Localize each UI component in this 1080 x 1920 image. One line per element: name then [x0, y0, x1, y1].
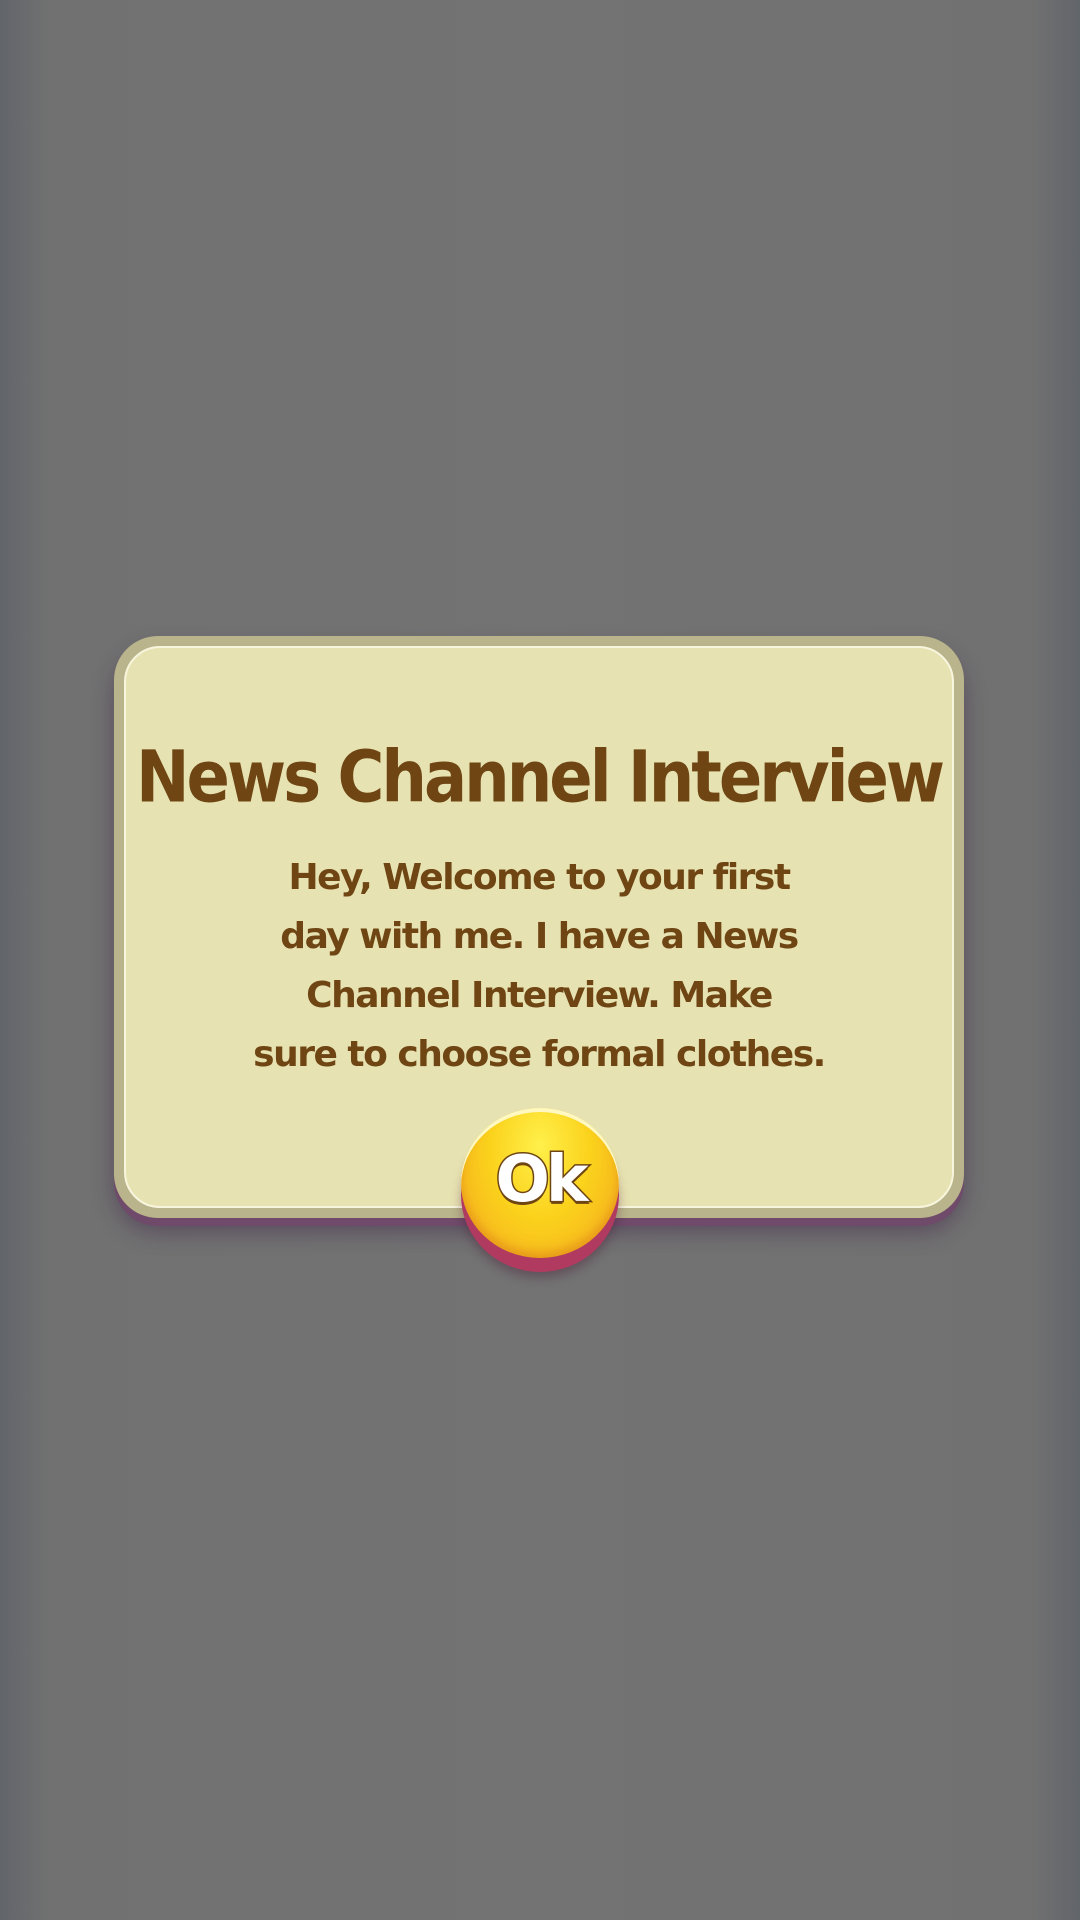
message-line: Channel Interview. Make	[306, 975, 773, 1016]
ok-button[interactable]: Ok	[461, 1108, 619, 1272]
message-line: sure to choose formal clothes.	[253, 1034, 826, 1075]
dialog-title: News Channel Interview	[135, 736, 945, 820]
message-line: day with me. I have a News	[280, 916, 799, 957]
ok-button-label: Ok	[494, 1142, 590, 1219]
message-line: Hey, Welcome to your first	[288, 857, 791, 898]
dialog-message: Hey, Welcome to your first day with me. …	[246, 848, 832, 1084]
